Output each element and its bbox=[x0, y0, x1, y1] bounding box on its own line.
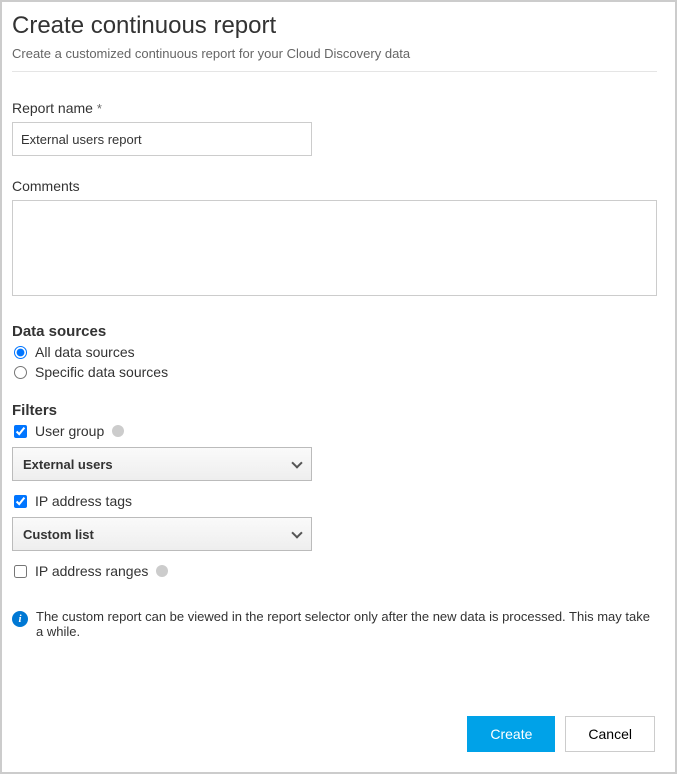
report-name-label: Report name * bbox=[12, 100, 657, 116]
report-name-input[interactable] bbox=[12, 122, 312, 156]
ip-tags-selected: Custom list bbox=[23, 527, 94, 542]
report-name-label-text: Report name bbox=[12, 100, 93, 116]
radio-all-input[interactable] bbox=[14, 346, 27, 359]
ip-ranges-label: IP address ranges bbox=[35, 563, 148, 579]
info-circle-icon: i bbox=[12, 611, 28, 627]
divider bbox=[12, 71, 657, 72]
data-sources-heading: Data sources bbox=[12, 323, 657, 340]
ip-tags-label: IP address tags bbox=[35, 493, 132, 509]
radio-specific-data-sources[interactable]: Specific data sources bbox=[12, 364, 657, 380]
chevron-down-icon bbox=[291, 457, 302, 468]
comments-label: Comments bbox=[12, 178, 657, 194]
required-indicator: * bbox=[97, 101, 102, 116]
user-group-dropdown[interactable]: External users bbox=[12, 447, 312, 481]
checkbox-user-group-row[interactable]: User group bbox=[12, 423, 657, 439]
user-group-selected: External users bbox=[23, 457, 113, 472]
radio-specific-input[interactable] bbox=[14, 366, 27, 379]
checkbox-ip-ranges[interactable] bbox=[14, 565, 27, 578]
filters-heading: Filters bbox=[12, 402, 657, 419]
checkbox-ip-ranges-row[interactable]: IP address ranges bbox=[12, 563, 657, 579]
radio-all-data-sources[interactable]: All data sources bbox=[12, 344, 657, 360]
info-message-row: i The custom report can be viewed in the… bbox=[12, 609, 657, 639]
info-icon bbox=[112, 425, 124, 437]
user-group-label: User group bbox=[35, 423, 104, 439]
cancel-button[interactable]: Cancel bbox=[565, 716, 655, 752]
radio-specific-label: Specific data sources bbox=[35, 364, 168, 380]
ip-tags-dropdown[interactable]: Custom list bbox=[12, 517, 312, 551]
checkbox-ip-tags-row[interactable]: IP address tags bbox=[12, 493, 657, 509]
info-message-text: The custom report can be viewed in the r… bbox=[36, 609, 657, 639]
comments-textarea[interactable] bbox=[12, 200, 657, 296]
chevron-down-icon bbox=[291, 527, 302, 538]
create-button[interactable]: Create bbox=[467, 716, 555, 752]
page-title: Create continuous report bbox=[12, 12, 657, 40]
radio-all-label: All data sources bbox=[35, 344, 135, 360]
checkbox-user-group[interactable] bbox=[14, 425, 27, 438]
page-subtitle: Create a customized continuous report fo… bbox=[12, 46, 657, 61]
checkbox-ip-tags[interactable] bbox=[14, 495, 27, 508]
info-icon bbox=[156, 565, 168, 577]
